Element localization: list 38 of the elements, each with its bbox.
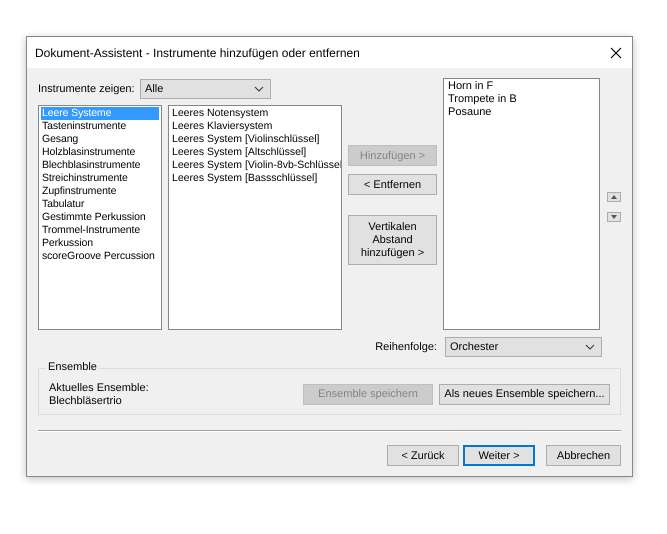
move-up-icon[interactable] [607, 192, 621, 202]
chevron-down-icon [254, 86, 264, 92]
category-item[interactable]: Zupfinstrumente [41, 185, 159, 198]
category-item[interactable]: Trommel-Instrumente [41, 224, 159, 237]
filter-label: Instrumente zeigen: [38, 83, 136, 95]
category-item[interactable]: Gestimmte Perkussion [41, 211, 159, 224]
ensemble-title: Ensemble [46, 361, 99, 373]
category-item[interactable]: Streichinstrumente [41, 172, 159, 185]
category-item[interactable]: Tasteninstrumente [41, 120, 159, 133]
score-item[interactable]: Trompete in B [446, 93, 597, 106]
category-item[interactable]: Tabulatur [41, 198, 159, 211]
instrument-item[interactable]: Leeres Notensystem [171, 107, 339, 120]
window-title: Dokument-Assistent - Instrumente hinzufügen oder entfernen [35, 46, 360, 60]
category-item[interactable]: Gesang [41, 133, 159, 146]
instrument-item[interactable]: Leeres System [Altschlüssel] [171, 146, 339, 159]
category-item[interactable]: Perkussion [41, 237, 159, 250]
close-icon[interactable] [610, 46, 622, 58]
action-button[interactable]: Vertikalen Abstand hinzufügen > [348, 215, 437, 265]
order-dropdown[interactable]: Orchester [445, 337, 602, 357]
current-ensemble-value: Blechbläsertrio [49, 394, 123, 408]
score-item[interactable]: Posaune [446, 106, 597, 119]
instrument-item[interactable]: Leeres System [Bassschlüssel] [171, 172, 339, 185]
action-button[interactable]: < Entfernen [348, 174, 437, 195]
move-down-icon[interactable] [607, 212, 621, 222]
footer-button[interactable]: Weiter > [463, 445, 535, 466]
category-item[interactable]: scoreGroove Percussion [41, 250, 159, 263]
chevron-down-icon [585, 344, 595, 350]
instrument-item[interactable]: Leeres System [Violinschlüssel] [171, 133, 339, 146]
current-ensemble-label: Aktuelles Ensemble: [49, 382, 149, 394]
footer-button[interactable]: Abbrechen [546, 445, 621, 466]
category-item[interactable]: Blechblasinstrumente [41, 159, 159, 172]
footer-button[interactable]: < Zurück [387, 445, 459, 466]
instrument-item[interactable]: Leeres Klaviersystem [171, 120, 339, 133]
order-label: Reihenfolge: [375, 341, 437, 353]
score-item[interactable]: Horn in F [446, 80, 597, 93]
ensemble-button[interactable]: Als neues Ensemble speichern... [439, 384, 610, 404]
filter-dropdown[interactable]: Alle [140, 79, 271, 99]
category-item[interactable]: Holzblasinstrumente [41, 146, 159, 159]
